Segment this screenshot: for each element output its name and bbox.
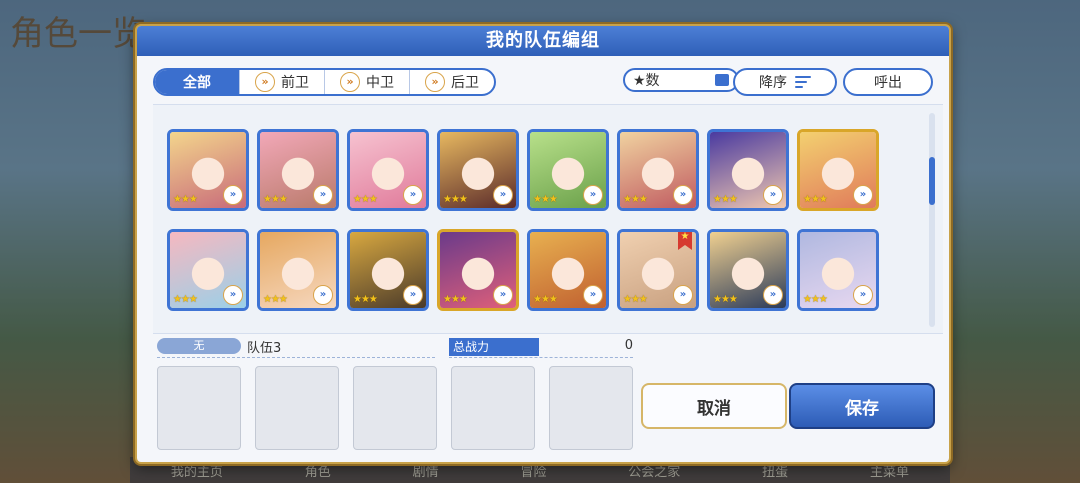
character-card[interactable]: ★★★ » [617, 129, 699, 211]
position-icon: » [223, 285, 243, 305]
position-icon: » [313, 285, 333, 305]
star-rating: ★★★ [533, 294, 558, 305]
character-card[interactable]: ★★★ » [257, 129, 339, 211]
position-icon: » [223, 185, 243, 205]
star-rating: ★★★ [443, 194, 468, 205]
position-icon: » [493, 185, 513, 205]
sort-order-label: 降序 [759, 75, 787, 91]
star-rating: ★★★ [623, 194, 648, 205]
team-name[interactable]: 队伍3 [247, 337, 281, 356]
character-card[interactable]: ★★★ » [167, 229, 249, 311]
team-edit-dialog: 我的队伍编组 全部 » 前卫 » 中卫 » 后卫 ★数 降序 呼出 ★★★» ★★… [135, 24, 951, 464]
position-icon: » [673, 285, 693, 305]
tab-front-label: 前卫 [281, 75, 309, 91]
position-icon: » [493, 285, 513, 305]
tab-all[interactable]: 全部 [155, 70, 240, 94]
tab-middle[interactable]: » 中卫 [325, 70, 410, 94]
star-rating: ★★★ [353, 294, 378, 305]
position-icon: » [583, 185, 603, 205]
divider [157, 357, 435, 358]
team-tag: 无 [157, 338, 241, 354]
team-slot[interactable] [549, 366, 633, 450]
save-button[interactable]: 保存 [789, 383, 935, 429]
character-grid[interactable]: ★★★» ★★★» ★★★» ★★★» ★★★» ★★★» ★★★» ★★★» ★★★» ★★★… [153, 104, 943, 334]
star-rating: ★★★ [263, 194, 288, 205]
position-icon: » [403, 285, 423, 305]
star-rating: ★★★ [353, 194, 378, 205]
position-icon: » [763, 185, 783, 205]
character-card[interactable]: ★★★ » [347, 129, 429, 211]
character-card[interactable]: ★★★ » [707, 229, 789, 311]
character-card[interactable]: ★★★ » [527, 229, 609, 311]
position-icon: » [313, 185, 333, 205]
chevron-right-icon: » [340, 72, 360, 92]
tab-back-label: 后卫 [451, 75, 479, 91]
toggle-icon [715, 74, 729, 86]
position-icon: » [583, 285, 603, 305]
team-slot[interactable] [353, 366, 437, 450]
scrollbar-thumb[interactable] [929, 157, 935, 205]
character-card[interactable]: ★★★ » [797, 129, 879, 211]
star-rating: ★★★ [173, 294, 198, 305]
star-rating: ★★★ [803, 194, 828, 205]
position-filter-tabs: 全部 » 前卫 » 中卫 » 后卫 [153, 68, 496, 96]
call-button-label: 呼出 [874, 75, 902, 91]
character-card[interactable]: ★★★ » [527, 129, 609, 211]
position-icon: » [763, 285, 783, 305]
sort-order-button[interactable]: 降序 [733, 68, 837, 96]
grid-scrollbar[interactable] [929, 113, 935, 327]
star-rating: ★★★ [443, 294, 468, 305]
character-card[interactable]: ★★★ » [797, 229, 879, 311]
sort-key-label: ★数 [633, 73, 660, 89]
team-slot[interactable] [157, 366, 241, 450]
team-slot[interactable] [451, 366, 535, 450]
divider [449, 357, 633, 358]
position-icon: » [673, 185, 693, 205]
position-icon: » [853, 185, 873, 205]
character-card[interactable]: ★★★ » [257, 229, 339, 311]
character-card[interactable]: ★★★ » [167, 129, 249, 211]
character-row: ★★★» ★★★» ★★★» ★★★» ★★★» ★★★» ★ ★★★» ★★★» [167, 229, 879, 311]
star-rating: ★★★ [713, 194, 738, 205]
character-card[interactable]: ★★★» ★ [617, 229, 699, 311]
tab-middle-label: 中卫 [366, 75, 394, 91]
character-card[interactable]: ★★★ » [347, 229, 429, 311]
star-rating: ★★★ [263, 294, 288, 305]
chevron-right-icon: » [255, 72, 275, 92]
star-rating: ★★★ [533, 194, 558, 205]
character-card[interactable]: ★★★ » [707, 129, 789, 211]
character-row: ★★★ » ★★★ » ★★★ » ★★★ » ★★★ » ★★★ » ★★★ » ★★★ » [167, 129, 879, 211]
sort-lines-icon [795, 76, 811, 88]
character-card[interactable]: ★★★ » [437, 229, 519, 311]
chevron-right-icon: » [425, 72, 445, 92]
dialog-title: 我的队伍编组 [137, 26, 949, 56]
position-icon: » [403, 185, 423, 205]
character-card[interactable]: ★★★ » [437, 129, 519, 211]
cancel-button[interactable]: 取消 [641, 383, 787, 429]
tab-back[interactable]: » 后卫 [410, 70, 494, 94]
star-rating: ★★★ [173, 194, 198, 205]
total-power-value: 0 [624, 338, 633, 353]
star-rating: ★★★ [713, 294, 738, 305]
tab-all-label: 全部 [183, 75, 211, 91]
star-rating: ★★★ [623, 294, 648, 305]
tab-front[interactable]: » 前卫 [240, 70, 325, 94]
sort-key-button[interactable]: ★数 [623, 68, 739, 92]
call-button[interactable]: 呼出 [843, 68, 933, 96]
position-icon: » [853, 285, 873, 305]
star-rating: ★★★ [803, 294, 828, 305]
total-power-label: 总战力 [449, 338, 539, 356]
team-slot[interactable] [255, 366, 339, 450]
